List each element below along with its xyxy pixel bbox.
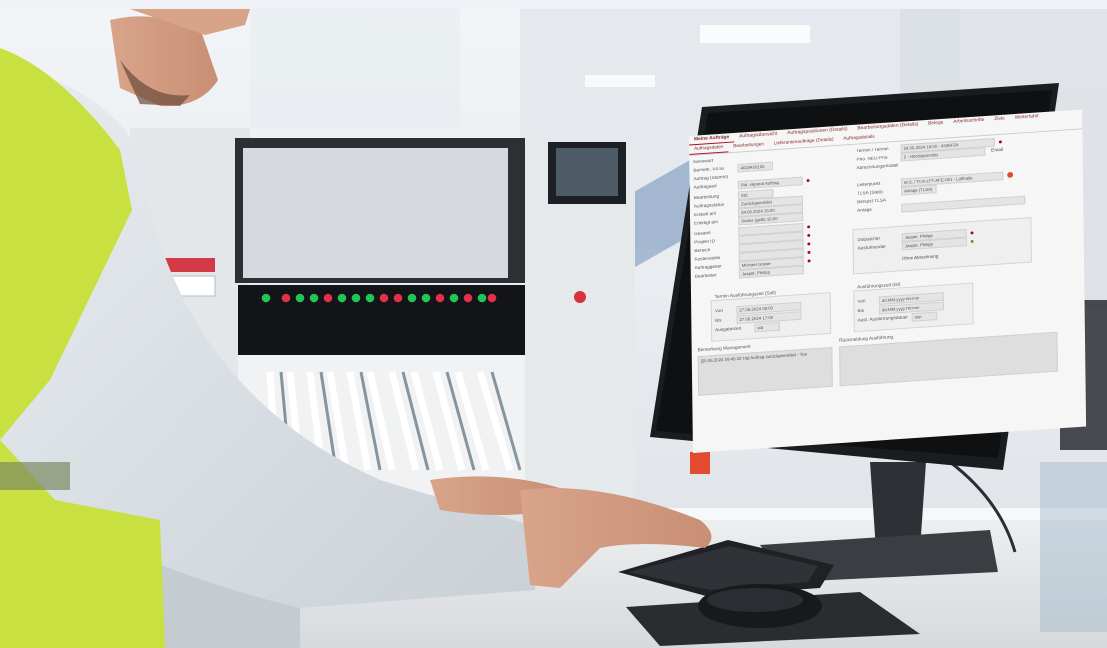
required-marker — [970, 230, 974, 234]
form-row: Abrechnungsmodell — [857, 161, 901, 172]
form-label: Abrechnungsmodell — [856, 163, 899, 171]
required-marker — [806, 178, 810, 182]
required-marker — [807, 233, 811, 237]
photo-scene: Meine Aufträge Auftragsübersicht Auftrag… — [0, 0, 1107, 648]
required-marker — [807, 258, 811, 262]
order-type-field[interactable]: Std. separat Auftrag — [737, 176, 803, 190]
form-label: Ausgabezeit — [715, 326, 742, 333]
subtab-auftragsdaten[interactable]: Auftragsdaten — [689, 143, 729, 155]
delivery-point-field[interactable]: M.S. / TCA-LFT-AFE-001 - Lufthalle — [901, 171, 1004, 187]
required-marker — [807, 224, 811, 228]
required-marker — [998, 139, 1002, 143]
management-note-textarea[interactable]: [25.06.2024 09:45:32 Hq] Auftrag zurückg… — [697, 346, 833, 396]
form-label: Erledigt am — [694, 219, 718, 227]
form-label: Anlage — [857, 207, 872, 214]
subtab-auftragsdetails[interactable]: Auftragsdetails — [838, 134, 879, 145]
tab-belege[interactable]: Belege — [923, 118, 948, 129]
actual-duration-field[interactable]: min — [911, 311, 938, 322]
alert-icon[interactable] — [1007, 171, 1014, 178]
top-bar — [0, 0, 1107, 9]
form-label: Von — [857, 298, 866, 305]
form-label: Bis — [714, 318, 722, 324]
order-number-field[interactable]: 4024450125 — [737, 161, 774, 173]
planned-duration-field[interactable]: std — [754, 321, 780, 332]
tlsa-field[interactable]: Anlage (TLSA) — [901, 184, 937, 196]
form-label: Bearbeiter — [694, 272, 717, 280]
subtab-bearbeitungen[interactable]: Bearbeitungen — [728, 141, 769, 152]
form-label: Von — [714, 308, 723, 314]
form-label: Auftragsart — [693, 183, 717, 191]
required-marker — [807, 250, 811, 254]
monitor-screen: Meine Aufträge Auftragsübersicht Auftrag… — [689, 109, 1087, 454]
status-icon — [970, 239, 974, 243]
equipment-field[interactable] — [901, 195, 1026, 213]
tab-ziele[interactable]: Ziele — [989, 114, 1010, 125]
form-label: Bis — [857, 308, 865, 314]
required-marker — [807, 241, 811, 245]
email-link[interactable]: Email — [991, 147, 1003, 153]
form-label: Ausführender — [857, 244, 886, 252]
option-label: Ohne Abrechnung — [901, 253, 939, 261]
